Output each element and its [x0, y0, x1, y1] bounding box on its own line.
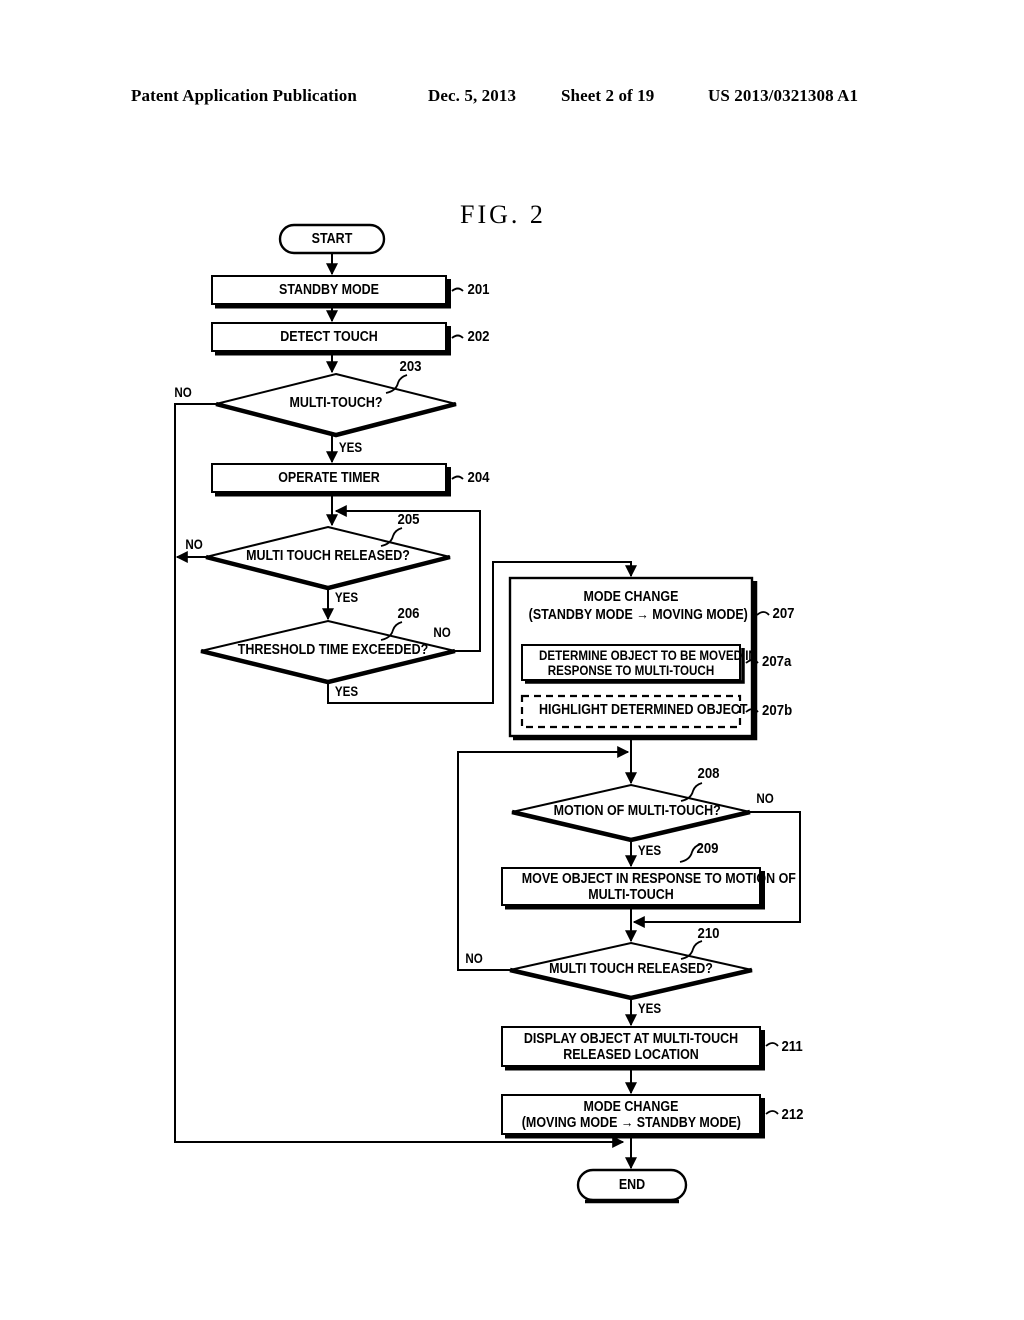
ref-202: 202: [467, 328, 490, 345]
ref-205: 205: [397, 511, 420, 528]
edge-label-no-206: NO: [433, 625, 451, 640]
node-207a-determine-object: [521, 644, 745, 684]
leader-201: [451, 287, 464, 292]
ref-208: 208: [697, 765, 720, 782]
edge-210-no-208: [457, 746, 630, 971]
edge-label-no-210: NO: [465, 951, 483, 966]
ref-206: 206: [397, 605, 420, 622]
edge-label-yes-203: YES: [338, 440, 363, 455]
ref-201: 201: [467, 281, 490, 298]
ref-204: 204: [467, 469, 490, 486]
edge-label-yes-208: YES: [637, 843, 662, 858]
edge-label-yes-206: YES: [334, 684, 359, 699]
node-204-operate-timer: [211, 463, 451, 497]
node-206-threshold-time-decision: [200, 619, 456, 685]
leader-212: [765, 1110, 779, 1115]
node-201-standby-mode: [211, 275, 451, 309]
node-end: [576, 1168, 688, 1204]
node-208-motion-decision: [511, 783, 751, 843]
node-209-move-object: [501, 867, 765, 910]
ref-211: 211: [781, 1038, 803, 1055]
node-202-detect-touch: [211, 322, 451, 356]
node-205-multi-touch-released-decision: [205, 525, 451, 591]
leader-202: [451, 334, 464, 339]
edge-label-no-203: NO: [174, 385, 192, 400]
edge-label-no-208: NO: [756, 791, 774, 806]
ref-207: 207: [772, 605, 795, 622]
leader-204: [451, 475, 464, 480]
leader-207: [756, 611, 770, 616]
edge-label-yes-205: YES: [334, 590, 359, 605]
node-212-mode-change: [501, 1094, 765, 1139]
node-start: [278, 223, 386, 255]
node-203-multi-touch-decision: [215, 372, 457, 438]
flowchart-diagram: START STANDBY MODE DETECT TOUCH MULTI-TO…: [0, 0, 1024, 1320]
flowchart-svg: [174, 223, 801, 1204]
node-210-multi-touch-released-decision: [509, 941, 753, 1001]
ref-203: 203: [399, 358, 422, 375]
ref-209: 209: [696, 840, 719, 857]
ref-207a: 207a: [762, 653, 792, 670]
edge-label-yes-210: YES: [637, 1001, 662, 1016]
ref-207b: 207b: [762, 702, 793, 719]
node-211-display-object: [501, 1026, 765, 1071]
edge-label-no-205: NO: [185, 537, 203, 552]
ref-212: 212: [781, 1106, 804, 1123]
node-207b-highlight-object: [520, 694, 742, 729]
leader-211: [765, 1042, 779, 1047]
ref-210: 210: [697, 925, 720, 942]
